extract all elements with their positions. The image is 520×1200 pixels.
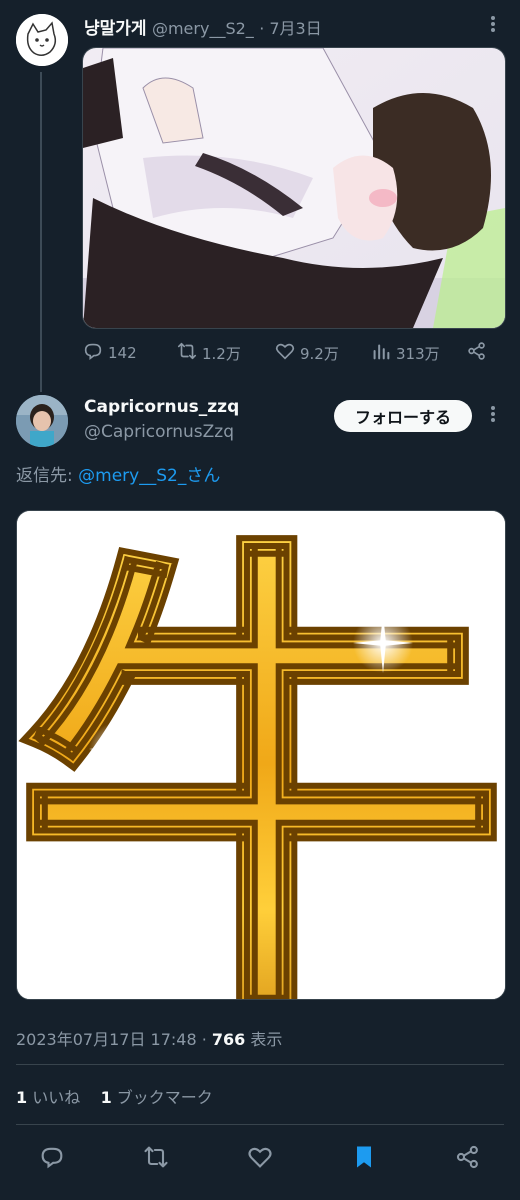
likes-stat[interactable]: 1 いいね xyxy=(16,1088,80,1107)
like-button[interactable]: 9.2万 xyxy=(274,338,339,368)
parent-tweet-header: 냥말가게 @mery__S2_ · 7月3日 xyxy=(84,14,322,39)
likes-stat-count: 1 xyxy=(16,1088,28,1107)
bookmark-icon[interactable] xyxy=(350,1143,378,1171)
views-count: 313万 xyxy=(396,344,440,363)
reply-icon xyxy=(82,340,104,366)
views-button[interactable]: 313万 xyxy=(370,338,440,368)
avatar-capricornus[interactable] xyxy=(16,395,68,447)
parent-display-name[interactable]: 냥말가게 xyxy=(84,19,147,39)
tweet-timestamp[interactable]: 2023年07月17日 17:48 · 766 表示 xyxy=(16,1026,282,1050)
parent-tweet-actions: 142 1.2万 9.2万 313万 xyxy=(82,338,504,368)
share-icon xyxy=(466,340,488,366)
engagement-stats: 1 いいね 1 ブックマーク xyxy=(16,1084,213,1108)
retweet-icon xyxy=(176,340,198,366)
heart-icon[interactable] xyxy=(246,1143,274,1171)
bookmarks-stat-count: 1 xyxy=(100,1088,112,1107)
reply-button[interactable]: 142 xyxy=(82,338,137,368)
retweet-button[interactable]: 1.2万 xyxy=(176,338,241,368)
avatar-meryS2[interactable] xyxy=(16,14,68,66)
like-count: 9.2万 xyxy=(300,344,339,363)
reply-handle[interactable]: @CapricornusZzq xyxy=(84,422,234,442)
view-count: 766 xyxy=(211,1030,246,1049)
parent-date[interactable]: · 7月3日 xyxy=(259,19,322,38)
parent-tweet-image[interactable] xyxy=(82,47,506,329)
timestamp-text: 2023年07月17日 17:48 · xyxy=(16,1030,212,1049)
bookmarks-stat-label: ブックマーク xyxy=(111,1088,213,1107)
divider xyxy=(16,1124,504,1125)
reply-tweet-image[interactable]: 牛 xyxy=(16,510,506,1000)
reply-to-mention[interactable]: @mery__S2_さん xyxy=(78,466,220,486)
reply-count: 142 xyxy=(108,344,137,362)
thread-connector-line xyxy=(40,72,42,392)
heart-icon xyxy=(274,340,296,366)
views-icon xyxy=(370,340,392,366)
reply-icon[interactable] xyxy=(38,1143,66,1171)
divider xyxy=(16,1064,504,1065)
retweet-icon[interactable] xyxy=(142,1143,170,1171)
share-icon[interactable] xyxy=(454,1143,482,1171)
reply-display-name[interactable]: Capricornus_zzq xyxy=(84,397,239,417)
bookmarks-stat[interactable]: 1 ブックマーク xyxy=(101,1088,213,1107)
parent-handle[interactable]: @mery__S2_ xyxy=(152,19,254,38)
replying-to: 返信先: @mery__S2_さん xyxy=(16,461,220,486)
view-label: 表示 xyxy=(245,1030,283,1049)
likes-stat-label: いいね xyxy=(27,1088,81,1107)
reply-to-prefix: 返信先: xyxy=(16,466,79,486)
more-icon[interactable] xyxy=(486,404,500,428)
retweet-count: 1.2万 xyxy=(202,344,241,363)
follow-button[interactable]: フォローする xyxy=(334,400,472,432)
share-button[interactable] xyxy=(466,338,488,368)
more-icon[interactable] xyxy=(486,14,500,38)
